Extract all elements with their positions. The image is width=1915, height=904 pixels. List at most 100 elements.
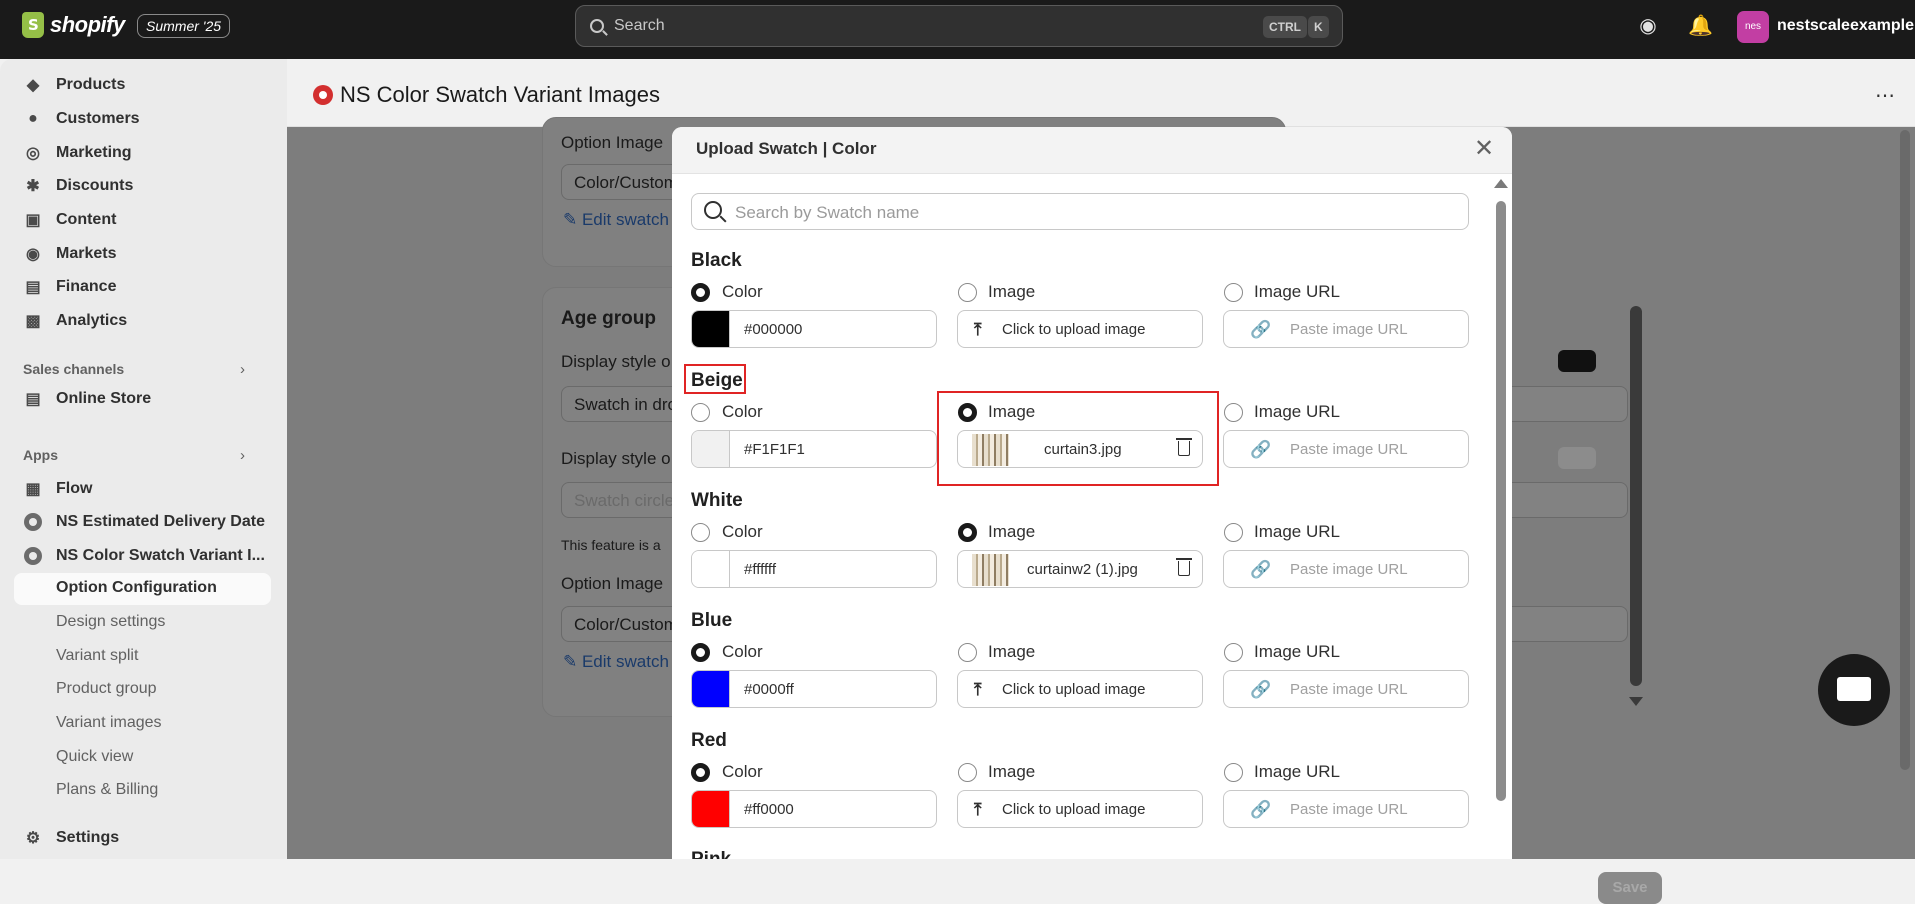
sidebar-item-online-store[interactable]: ▤ Online Store xyxy=(24,385,151,413)
chat-icon[interactable] xyxy=(1818,654,1890,726)
image-url-input[interactable]: 🔗 Paste image URL xyxy=(1223,430,1469,468)
color-hex-field[interactable]: #ffffff xyxy=(691,550,937,588)
toggle-off[interactable] xyxy=(1558,447,1596,469)
scroll-up-icon[interactable] xyxy=(1494,179,1508,188)
color-radio[interactable] xyxy=(691,643,710,662)
link-icon: 🔗 xyxy=(1250,680,1272,699)
shopify-logo[interactable]: shopify xyxy=(22,12,125,38)
swatch-search-input[interactable]: Search by Swatch name xyxy=(691,193,1469,230)
assistant-icon[interactable]: ◉ xyxy=(1636,14,1660,38)
image-url-radio[interactable] xyxy=(1224,643,1243,662)
image-thumbnail xyxy=(972,554,1009,586)
sidebar-item-markets[interactable]: ◉ Markets xyxy=(24,240,116,268)
chevron-right-icon[interactable]: › xyxy=(240,361,245,378)
sidebar-item-content[interactable]: ▣ Content xyxy=(24,206,116,234)
modal-scrollbar[interactable] xyxy=(1496,201,1506,801)
color-radio[interactable] xyxy=(691,283,710,302)
window-scrollbar[interactable] xyxy=(1900,130,1910,770)
bank-icon: ▤ xyxy=(25,279,41,296)
sidebar-subitem-variant-split[interactable]: Variant split xyxy=(56,647,138,665)
image-url-input[interactable]: 🔗 Paste image URL xyxy=(1223,550,1469,588)
color-radio[interactable] xyxy=(691,403,710,422)
more-menu-icon[interactable]: ⋯ xyxy=(1875,83,1896,108)
brand-name: shopify xyxy=(50,12,125,37)
link-icon: 🔗 xyxy=(1250,440,1272,459)
image-url-input[interactable]: 🔗 Paste image URL xyxy=(1223,310,1469,348)
image-url-radio[interactable] xyxy=(1224,523,1243,542)
image-radio[interactable] xyxy=(958,523,977,542)
edit-swatch-link-2[interactable]: ✎ Edit swatch xyxy=(563,652,669,672)
image-url-radio[interactable] xyxy=(1224,283,1243,302)
search-icon xyxy=(704,201,722,219)
sidebar-item-finance[interactable]: ▤ Finance xyxy=(24,273,116,301)
sidebar-item-ns-delivery-date[interactable]: NS Estimated Delivery Date xyxy=(24,508,265,536)
scroll-down-icon[interactable] xyxy=(1629,697,1643,706)
uploaded-image-field[interactable]: curtainw2 (1).jpg xyxy=(957,550,1203,588)
sidebar-item-discounts[interactable]: ✱ Discounts xyxy=(24,172,133,200)
color-radio[interactable] xyxy=(691,523,710,542)
image-radio[interactable] xyxy=(958,403,977,422)
image-radio[interactable] xyxy=(958,643,977,662)
bell-icon[interactable]: 🔔 xyxy=(1688,14,1713,38)
color-chip[interactable] xyxy=(692,671,730,707)
upload-image-button[interactable]: ⤒ Click to upload image xyxy=(957,670,1203,708)
image-thumbnail xyxy=(972,434,1009,466)
sidebar-subitem-quick-view[interactable]: Quick view xyxy=(56,748,133,766)
sidebar-subitem-design-settings[interactable]: Design settings xyxy=(56,613,165,631)
uploaded-image-field[interactable]: curtain3.jpg xyxy=(957,430,1203,468)
sidebar-item-settings[interactable]: ⚙ Settings xyxy=(24,824,119,852)
swatch-name: Blue xyxy=(691,610,733,631)
sidebar-item-products[interactable]: ◆ Products xyxy=(24,71,126,99)
page-scrollbar[interactable] xyxy=(1630,306,1642,686)
color-chip[interactable] xyxy=(692,431,730,467)
save-button[interactable]: Save xyxy=(1598,872,1662,904)
link-icon: 🔗 xyxy=(1250,800,1272,819)
sidebar-subitem-product-group[interactable]: Product group xyxy=(56,680,157,698)
store-name[interactable]: nestscaleexample xyxy=(1777,17,1914,35)
avatar[interactable]: nes xyxy=(1737,11,1769,43)
kbd-k: K xyxy=(1308,16,1329,38)
color-radio[interactable] xyxy=(691,763,710,782)
sales-channels-heading[interactable]: Sales channels xyxy=(23,361,124,377)
app-icon xyxy=(24,547,42,565)
sidebar-item-marketing[interactable]: ◎ Marketing xyxy=(24,139,132,167)
edit-swatch-link[interactable]: ✎ Edit swatch xyxy=(563,210,669,230)
upload-image-button[interactable]: ⤒ Click to upload image xyxy=(957,790,1203,828)
global-search[interactable]: Search CTRL K xyxy=(575,5,1343,47)
color-hex-field[interactable]: #000000 xyxy=(691,310,937,348)
image-url-radio[interactable] xyxy=(1224,403,1243,422)
color-hex-field[interactable]: #0000ff xyxy=(691,670,937,708)
sidebar-item-customers[interactable]: ● Customers xyxy=(24,105,139,133)
color-hex-field[interactable]: #ff0000 xyxy=(691,790,937,828)
color-chip[interactable] xyxy=(692,311,730,347)
image-url-input[interactable]: 🔗 Paste image URL xyxy=(1223,670,1469,708)
toggle-on[interactable] xyxy=(1558,350,1596,372)
store-icon: ▤ xyxy=(25,391,41,408)
apps-heading[interactable]: Apps xyxy=(23,447,58,463)
upload-icon: ⤒ xyxy=(974,800,982,819)
image-radio[interactable] xyxy=(958,763,977,782)
edition-badge[interactable]: Summer '25 xyxy=(137,14,231,38)
upload-image-button[interactable]: ⤒ Click to upload image xyxy=(957,310,1203,348)
upload-swatch-modal: Upload Swatch | Color ✕ Search by Swatch… xyxy=(672,127,1512,859)
sidebar-subitem-plans-billing[interactable]: Plans & Billing xyxy=(56,781,158,799)
trash-icon[interactable] xyxy=(1176,438,1192,456)
search-placeholder: Search xyxy=(614,17,665,34)
chevron-right-icon[interactable]: › xyxy=(240,447,245,464)
sidebar-item-ns-color-swatch[interactable]: NS Color Swatch Variant I... xyxy=(24,542,265,570)
kbd-ctrl: CTRL xyxy=(1263,16,1307,38)
sidebar-subitem-variant-images[interactable]: Variant images xyxy=(56,714,162,732)
color-chip[interactable] xyxy=(692,551,730,587)
close-icon[interactable]: ✕ xyxy=(1474,135,1494,163)
search-icon xyxy=(590,19,604,33)
sidebar-item-flow[interactable]: ▦ Flow xyxy=(24,475,92,503)
color-chip[interactable] xyxy=(692,791,730,827)
image-radio[interactable] xyxy=(958,283,977,302)
sidebar-item-analytics[interactable]: ▩ Analytics xyxy=(24,307,127,335)
trash-icon[interactable] xyxy=(1176,558,1192,576)
image-url-radio[interactable] xyxy=(1224,763,1243,782)
color-hex-field[interactable]: #F1F1F1 xyxy=(691,430,937,468)
sidebar-subitem-option-configuration[interactable]: Option Configuration xyxy=(14,573,271,605)
image-url-input[interactable]: 🔗 Paste image URL xyxy=(1223,790,1469,828)
shopify-bag-icon xyxy=(22,12,44,38)
